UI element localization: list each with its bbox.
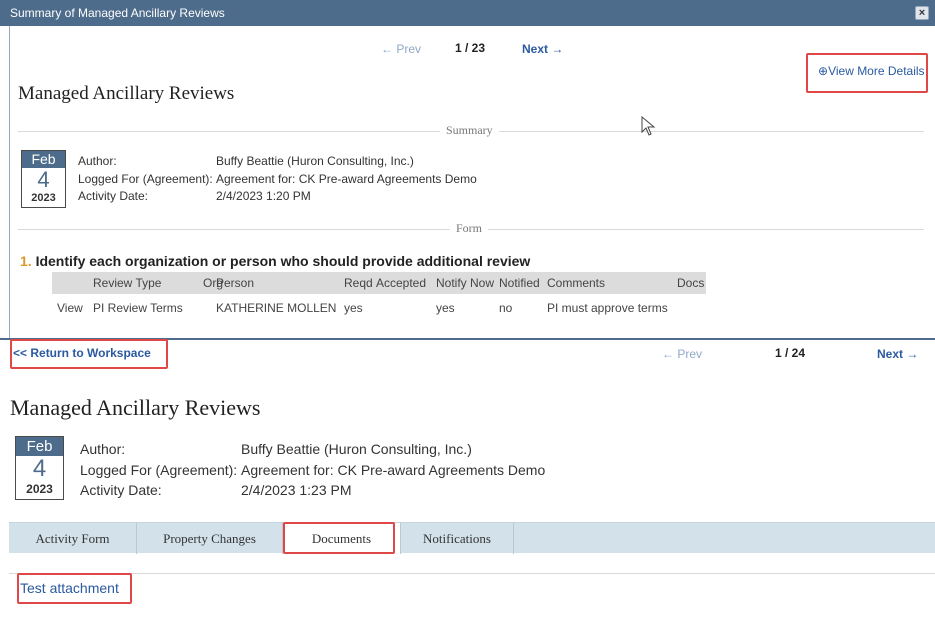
dialog-titlebar: Summary of Managed Ancillary Reviews xyxy=(0,0,935,26)
activity-date-label: Activity Date: xyxy=(78,189,149,203)
page-date-badge: Feb 4 2023 xyxy=(15,436,64,500)
dialog-border xyxy=(9,26,10,340)
dialog-date-badge: Feb 4 2023 xyxy=(21,150,66,208)
col-notified: Notified xyxy=(499,276,540,290)
content-divider xyxy=(9,573,935,574)
tab-bar: Activity Form Property Changes Documents… xyxy=(9,522,935,554)
question-text: Identify each organization or person who… xyxy=(35,253,531,269)
return-to-workspace-link[interactable]: << Return to Workspace xyxy=(13,346,151,360)
cell-comments: PI must approve terms xyxy=(547,301,668,315)
cell-notified: no xyxy=(499,301,513,315)
cell-notify-now: yes xyxy=(436,301,455,315)
cell-person: KATHERINE MOLLEN xyxy=(216,301,337,315)
zoom-in-icon: ⊕ xyxy=(818,64,829,78)
form-label: Form xyxy=(450,221,489,236)
cursor-icon xyxy=(641,116,656,136)
summary-label: Summary xyxy=(440,123,499,138)
author-label: Author: xyxy=(80,441,126,457)
author-value: Buffy Beattie (Huron Consulting, Inc.) xyxy=(241,441,472,457)
question-1: 1. Identify each organization or person … xyxy=(20,253,530,269)
author-label: Author: xyxy=(78,154,117,168)
date-month: Feb xyxy=(16,437,63,456)
dialog-next-button[interactable]: Next → xyxy=(522,42,563,56)
col-docs: Docs xyxy=(677,276,705,290)
dialog-heading: Managed Ancillary Reviews xyxy=(18,83,235,104)
date-month: Feb xyxy=(22,151,65,168)
author-value: Buffy Beattie (Huron Consulting, Inc.) xyxy=(216,154,414,168)
date-year: 2023 xyxy=(31,192,56,204)
date-day: 4 xyxy=(32,455,47,482)
page-next-button[interactable]: Next → xyxy=(877,347,918,361)
question-number: 1. xyxy=(20,253,32,269)
page-prev-button[interactable]: ← Prev xyxy=(662,347,702,361)
logged-for-label: Logged For (Agreement): xyxy=(78,172,213,186)
cell-review-type: PI Review Terms xyxy=(93,301,183,315)
col-person: Person xyxy=(216,276,255,290)
dialog-page-counter: 1 / 23 xyxy=(455,41,486,55)
dialog-title: Summary of Managed Ancillary Reviews xyxy=(10,6,225,20)
dialog-prev-button[interactable]: ← Prev xyxy=(381,42,421,56)
page-counter: 1 / 24 xyxy=(775,346,806,360)
activity-date-label: Activity Date: xyxy=(80,482,162,498)
test-attachment-link[interactable]: Test attachment xyxy=(20,580,119,596)
col-reqd: Reqd xyxy=(344,276,373,290)
tab-activity-form[interactable]: Activity Form xyxy=(9,523,137,554)
view-more-details-link[interactable]: ⊕View More Details xyxy=(818,64,925,78)
highlight-documents-tab xyxy=(283,522,395,554)
close-icon[interactable]: × xyxy=(915,6,929,20)
col-accepted: Accepted xyxy=(376,276,427,290)
tab-notifications[interactable]: Notifications xyxy=(401,523,514,554)
logged-for-value: Agreement for: CK Pre-award Agreements D… xyxy=(241,462,546,478)
cell-reqd: yes xyxy=(344,301,363,315)
date-year: 2023 xyxy=(26,482,53,496)
col-review-type: Review Type xyxy=(93,276,162,290)
tab-property-changes[interactable]: Property Changes xyxy=(137,523,283,554)
logged-for-value: Agreement for: CK Pre-award Agreements D… xyxy=(216,172,477,186)
logged-for-label: Logged For (Agreement): xyxy=(80,462,238,478)
date-day: 4 xyxy=(37,167,50,192)
row-view-link[interactable]: View xyxy=(57,301,83,315)
activity-date-value: 2/4/2023 1:20 PM xyxy=(216,189,311,203)
page-heading: Managed Ancillary Reviews xyxy=(10,395,261,420)
col-comments: Comments xyxy=(547,276,606,290)
activity-date-value: 2/4/2023 1:23 PM xyxy=(241,482,352,498)
col-notify-now: Notify Now xyxy=(436,276,495,290)
